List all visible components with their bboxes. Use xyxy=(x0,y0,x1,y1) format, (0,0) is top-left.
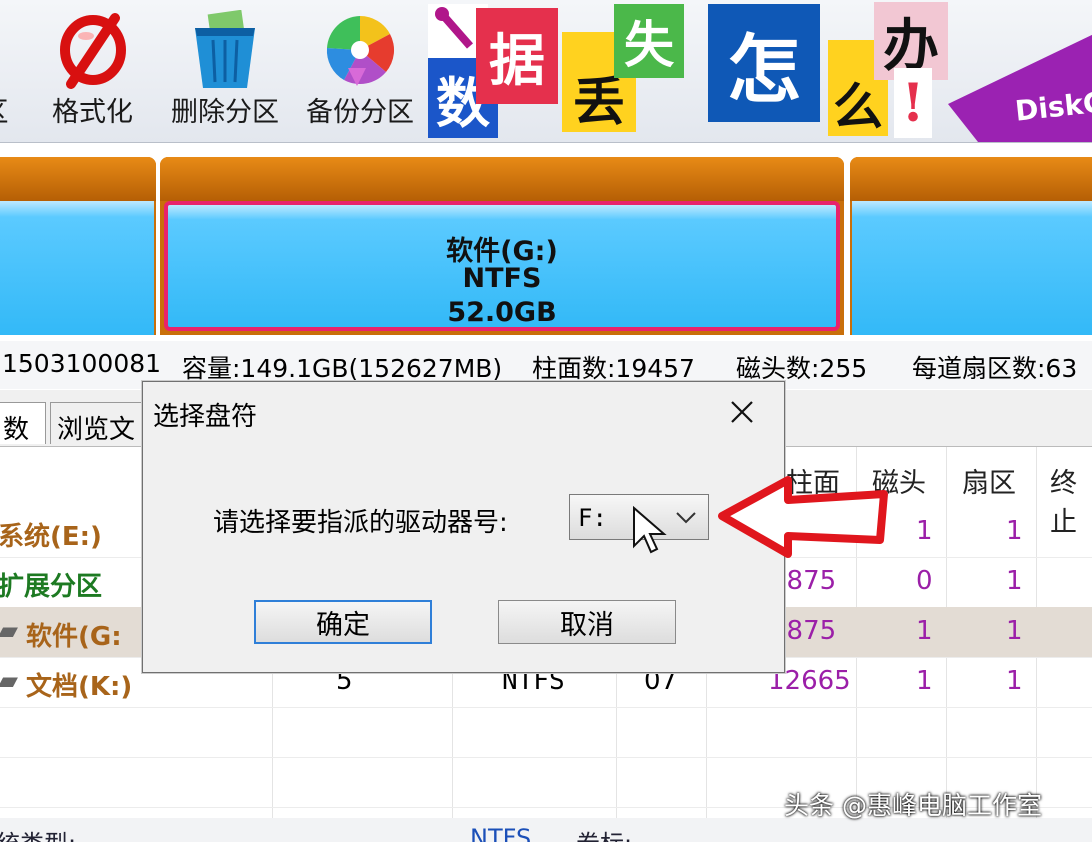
dialog-title: 选择盘符 xyxy=(153,402,258,432)
header-sector[interactable]: 扇区 xyxy=(962,461,1016,500)
partition-size: 52.0GB xyxy=(447,297,557,328)
close-icon xyxy=(731,401,753,423)
banner-char-8: ! xyxy=(894,68,932,138)
backup-partition-label: 备份分区 xyxy=(306,97,414,128)
red-arrow-annotation-icon xyxy=(718,476,888,558)
partition-block-right[interactable] xyxy=(850,157,1092,335)
backup-partition-button[interactable]: 备份分区 xyxy=(300,0,420,142)
row-head: 1 xyxy=(916,616,933,646)
drive-icon: ▰ xyxy=(0,616,18,646)
disk-heads: 磁头数:255 xyxy=(736,354,868,383)
row-sector: 1 xyxy=(1006,616,1023,646)
partition-block-left[interactable] xyxy=(0,157,156,335)
row-head: 1 xyxy=(916,666,933,696)
backup-disc-icon xyxy=(326,16,395,86)
close-button[interactable] xyxy=(713,388,771,436)
tab-params[interactable]: 数 xyxy=(0,402,46,444)
fs-type-value: NTFS xyxy=(470,824,532,842)
banner-char-5: 怎 xyxy=(708,4,820,122)
row-name: 文档(K:) xyxy=(26,672,133,702)
row-head: 1 xyxy=(916,516,933,546)
brand-ribbon: DiskG xyxy=(948,30,1092,142)
row-name: 系统(E:) xyxy=(0,522,102,552)
row-head: 0 xyxy=(916,566,933,596)
dialog-body: 请选择要指派的驱动器号: F: 确定 取消 xyxy=(143,446,784,672)
format-icon xyxy=(59,13,126,89)
cancel-button[interactable]: 取消 xyxy=(498,600,676,644)
drive-letter-prompt: 请选择要指派的驱动器号: xyxy=(213,508,508,538)
promo-banner[interactable]: 数 据 丢 失 怎 么 办 ! DiskG xyxy=(428,0,1092,142)
select-drive-letter-dialog: 选择盘符 请选择要指派的驱动器号: F: 确定 取消 xyxy=(142,381,785,673)
partial-tool-label: 区 xyxy=(0,90,20,129)
row-name: 扩展分区 xyxy=(0,572,103,602)
row-sector: 1 xyxy=(1006,566,1023,596)
partition-block-selected[interactable]: 软件(G:) NTFS 52.0GB xyxy=(160,157,844,335)
row-name: 软件(G: xyxy=(26,622,122,652)
banner-char-2: 据 xyxy=(476,8,558,104)
delete-partition-button[interactable]: 删除分区 xyxy=(165,0,285,142)
recycle-bin-icon xyxy=(195,10,255,88)
drive-icon: ▰ xyxy=(0,666,18,696)
format-label: 格式化 xyxy=(52,97,133,128)
drive-letter-value: F: xyxy=(578,504,607,532)
partition-filesystem: NTFS xyxy=(462,263,542,294)
tab-browse-files[interactable]: 浏览文 xyxy=(50,402,146,444)
volume-label: 卷标: xyxy=(576,824,632,842)
row-sector: 1 xyxy=(1006,516,1023,546)
fs-type-label: 统类型: xyxy=(0,824,76,842)
disk-capacity: 容量:149.1GB(152627MB) xyxy=(182,354,503,383)
table-row-empty xyxy=(0,707,1092,758)
disk-serial: 1503100081 xyxy=(2,349,162,378)
mouse-cursor-icon xyxy=(633,506,667,554)
delete-partition-label: 删除分区 xyxy=(171,97,279,128)
disk-cylinders: 柱面数:19457 xyxy=(532,354,695,383)
watermark: 头条 @惠峰电脑工作室 xyxy=(784,791,1042,820)
partial-tool-button[interactable]: 区 xyxy=(0,0,20,142)
chevron-down-icon xyxy=(676,512,696,524)
format-button[interactable]: 格式化 xyxy=(40,0,145,142)
banner-char-4: 失 xyxy=(614,4,684,78)
ok-button[interactable]: 确定 xyxy=(254,600,432,644)
row-sector: 1 xyxy=(1006,666,1023,696)
disk-partition-map: 软件(G:) NTFS 52.0GB xyxy=(0,143,1092,341)
toolbar: 区 格式化 删除分区 备份分区 xyxy=(0,0,1092,143)
disk-sectors: 每道扇区数:63 xyxy=(912,354,1078,383)
